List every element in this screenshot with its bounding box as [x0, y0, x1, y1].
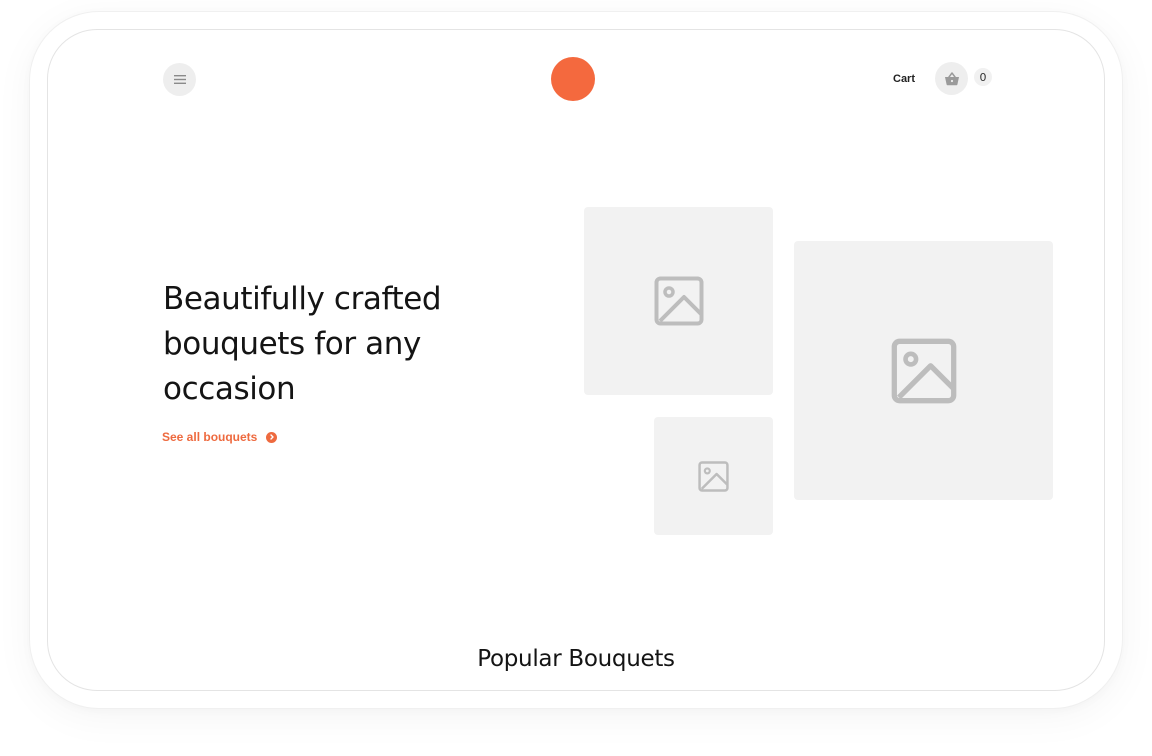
- logo[interactable]: [551, 57, 595, 101]
- cart-button[interactable]: [935, 62, 968, 95]
- image-placeholder-icon: [698, 460, 729, 492]
- see-all-bouquets-link[interactable]: See all bouquets: [162, 430, 278, 444]
- hero-title: Beautifully crafted bouquets for any occ…: [163, 281, 442, 407]
- hero-image-placeholder: [584, 207, 773, 395]
- image-placeholder-icon: [891, 338, 956, 403]
- see-all-bouquets-label: See all bouquets: [162, 430, 258, 444]
- cart-label[interactable]: Cart: [893, 73, 915, 85]
- cart-count-badge: 0: [974, 68, 992, 86]
- basket-icon: [944, 71, 959, 85]
- hero-image-placeholder: [794, 241, 1053, 500]
- menu-button[interactable]: [163, 63, 196, 96]
- hero-image-placeholder: [654, 417, 773, 535]
- popular-bouquets-heading: Popular Bouquets: [477, 646, 675, 672]
- chevron-right-circle-icon: [266, 431, 278, 443]
- app-screen: Cart 0 Beautifully crafted bouquets for …: [47, 29, 1105, 691]
- hamburger-menu-icon: [173, 75, 186, 84]
- image-placeholder-icon: [654, 276, 703, 326]
